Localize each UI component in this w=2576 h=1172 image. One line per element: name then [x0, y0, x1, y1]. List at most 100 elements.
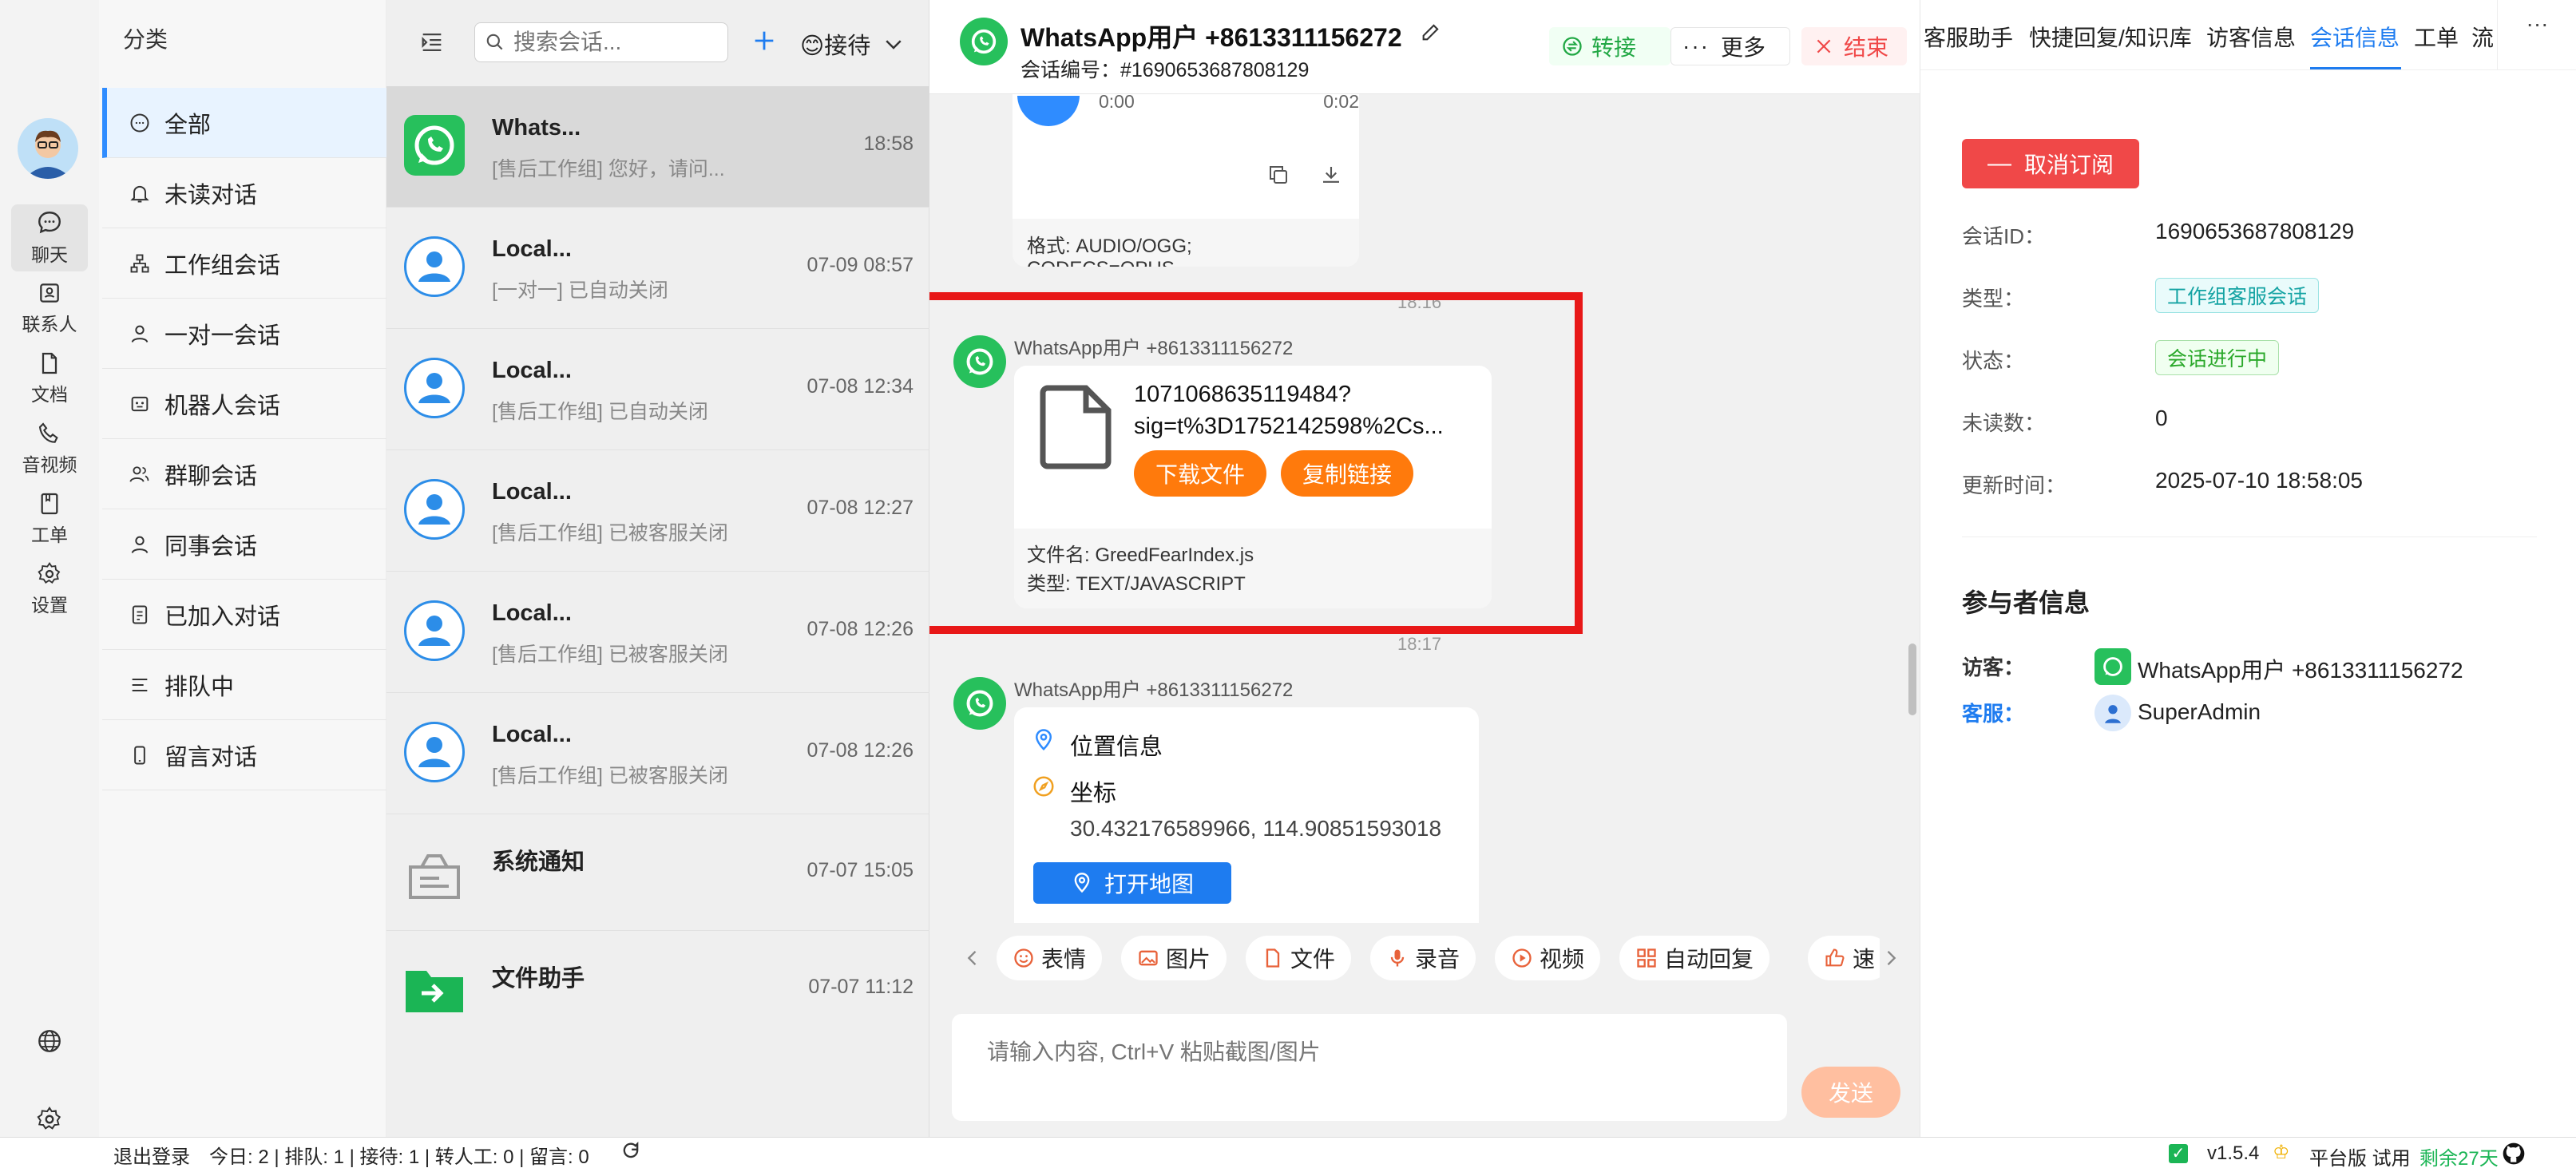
- nav-av[interactable]: 音视频: [11, 415, 88, 482]
- file-assistant-avatar: [404, 960, 465, 1020]
- tabs-more-button[interactable]: ···: [2497, 0, 2576, 69]
- collapse-button[interactable]: [418, 29, 446, 60]
- record-button[interactable]: 录音: [1370, 936, 1476, 980]
- conversation-name: Local...: [492, 236, 572, 262]
- phone-icon: [38, 422, 58, 443]
- refresh-button[interactable]: [620, 1139, 642, 1166]
- conversation-time: 07-08 12:26: [806, 618, 913, 640]
- tab-visitor-info[interactable]: 访客信息: [2206, 21, 2296, 53]
- nav-settings[interactable]: 设置: [11, 556, 88, 623]
- nav-ticket[interactable]: 工单: [11, 485, 88, 552]
- coordinate-label: 坐标: [1070, 781, 1117, 806]
- unsubscribe-button[interactable]: — 取消订阅: [1962, 139, 2139, 188]
- tab-ticket[interactable]: 工单: [2414, 21, 2459, 53]
- add-conversation-button[interactable]: [751, 27, 778, 58]
- tab-flow[interactable]: 流: [2471, 21, 2494, 53]
- preferences-button[interactable]: [32, 1102, 67, 1137]
- conversation-item[interactable]: Local... [售后工作组] 已被客服关闭 07-08 12:26: [386, 572, 929, 693]
- conversation-item[interactable]: 文件助手 07-07 11:12: [386, 931, 929, 1047]
- audio-format: 格式: AUDIO/OGG; CODECS=OPUS: [1013, 219, 1359, 267]
- tab-quick-reply[interactable]: 快捷回复/知识库: [2029, 21, 2192, 53]
- message-input[interactable]: [952, 1014, 1787, 1121]
- emoji-button[interactable]: 表情: [997, 936, 1103, 980]
- language-button[interactable]: [32, 1024, 67, 1059]
- conversation-name: Local...: [492, 600, 572, 626]
- conversation-item[interactable]: 系统通知 07-07 15:05: [386, 814, 929, 931]
- toolbar-scroll-left[interactable]: [961, 947, 984, 973]
- person-icon: [418, 737, 450, 767]
- queue-icon: [132, 678, 148, 691]
- update-time-value: 2025-07-10 18:58:05: [2155, 468, 2363, 493]
- category-item-message[interactable]: 留言对话: [102, 720, 386, 790]
- category-label: 机器人会话: [164, 393, 281, 419]
- category-item-group[interactable]: 群聊会话: [102, 439, 386, 509]
- tab-assistant[interactable]: 客服助手: [1924, 21, 2013, 53]
- audio-play-button[interactable]: [1017, 96, 1080, 176]
- chat-scrollbar[interactable]: [1908, 96, 1916, 921]
- category-item-joined[interactable]: 已加入对话: [102, 580, 386, 650]
- minus-icon: —: [1987, 150, 2011, 176]
- category-item-colleague[interactable]: 同事会话: [102, 509, 386, 580]
- reception-status-dropdown[interactable]: 😊接待: [800, 27, 906, 61]
- conversation-time: 18:58: [863, 133, 913, 155]
- conversation-item[interactable]: Local... [售后工作组] 已被客服关闭 07-08 12:27: [386, 450, 929, 572]
- nav-documents[interactable]: 文档: [11, 345, 88, 412]
- image-button[interactable]: 图片: [1121, 936, 1227, 980]
- indent-icon: [422, 33, 442, 52]
- chat-bubble-icon: [130, 113, 149, 132]
- copy-button[interactable]: [1266, 163, 1290, 191]
- category-panel: 分类 全部 未读对话 工作组会话 一对一会话 机器人会话 群聊会话 同事会话 已…: [99, 0, 386, 1137]
- video-button[interactable]: 视频: [1495, 936, 1601, 980]
- auto-reply-label: 自动回复: [1664, 947, 1754, 972]
- download-button[interactable]: [1319, 163, 1343, 191]
- conversation-preview: [售后工作组] 已被客服关闭: [492, 522, 728, 544]
- search-box[interactable]: [474, 22, 728, 62]
- edit-title-button[interactable]: [1420, 21, 1442, 47]
- auto-reply-button[interactable]: 自动回复: [1619, 936, 1770, 980]
- copy-icon: [1270, 166, 1287, 184]
- category-item-workgroup[interactable]: 工作组会话: [102, 228, 386, 299]
- nav-chat[interactable]: 聊天: [11, 204, 88, 271]
- conversation-item[interactable]: Local... [售后工作组] 已被客服关闭 07-08 12:26: [386, 693, 929, 814]
- category-item-all[interactable]: 全部: [102, 88, 386, 158]
- transfer-icon: [1563, 37, 1582, 56]
- end-button[interactable]: 结束: [1801, 27, 1907, 65]
- category-item-unread[interactable]: 未读对话: [102, 158, 386, 228]
- category-item-queue[interactable]: 排队中: [102, 650, 386, 720]
- agent-name: SuperAdmin: [2138, 699, 2261, 724]
- location-message-bubble: 位置信息 坐标 30.432176589966, 114.90851593018…: [1014, 707, 1479, 923]
- conversation-preview: [售后工作组] 您好，请问...: [492, 158, 725, 180]
- platform-label: 平台版 试用: [2309, 1148, 2411, 1170]
- whatsapp-icon: [971, 29, 997, 54]
- contacts-icon: [40, 283, 59, 303]
- remaining-days: 剩余27天: [2419, 1148, 2499, 1170]
- github-link[interactable]: [2501, 1141, 2526, 1170]
- conversation-preview: [售后工作组] 已自动关闭: [492, 401, 708, 423]
- category-label: 已加入对话: [164, 604, 281, 630]
- category-item-robot[interactable]: 机器人会话: [102, 369, 386, 439]
- user-icon: [131, 325, 149, 342]
- conversation-item[interactable]: Whats... [售后工作组] 您好，请问... 18:58: [386, 86, 929, 208]
- record-label: 录音: [1415, 947, 1460, 972]
- nav-contacts[interactable]: 联系人: [11, 275, 88, 342]
- conversation-item[interactable]: Local... [售后工作组] 已自动关闭 07-08 12:34: [386, 329, 929, 450]
- file-button[interactable]: 文件: [1246, 936, 1352, 980]
- send-button[interactable]: 发送: [1801, 1067, 1900, 1118]
- category-label: 工作组会话: [164, 252, 281, 279]
- audio-end-time: 0:02: [1323, 91, 1359, 112]
- user-avatar[interactable]: [18, 118, 78, 179]
- open-map-button[interactable]: 打开地图: [1033, 862, 1231, 904]
- conversation-toolbar: 😊接待: [386, 0, 929, 85]
- more-button[interactable]: ··· 更多: [1670, 27, 1790, 65]
- conversation-name: Local...: [492, 722, 572, 747]
- logout-link[interactable]: 退出登录: [113, 1141, 190, 1169]
- conversation-item[interactable]: Local... [一对一] 已自动关闭 07-09 08:57: [386, 208, 929, 329]
- category-item-one-to-one[interactable]: 一对一会话: [102, 299, 386, 369]
- toolbar-scroll-right[interactable]: [1880, 947, 1902, 973]
- tab-session-info[interactable]: 会话信息: [2310, 21, 2400, 53]
- person-icon: [418, 494, 450, 525]
- transfer-button[interactable]: 转接: [1549, 27, 1670, 65]
- search-input[interactable]: [513, 30, 713, 55]
- category-label: 同事会话: [164, 533, 258, 560]
- rating-button[interactable]: 速: [1808, 936, 1880, 980]
